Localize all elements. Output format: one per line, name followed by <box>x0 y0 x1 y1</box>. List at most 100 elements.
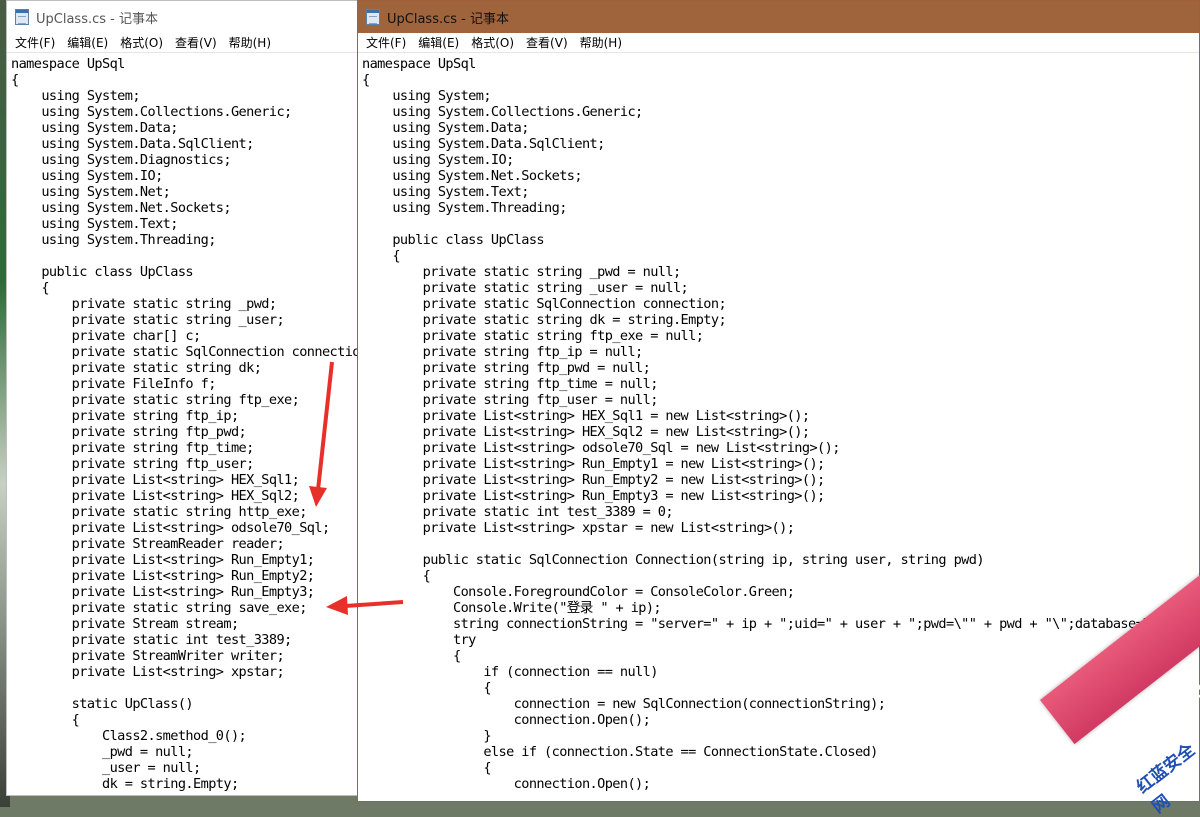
menu-format[interactable]: 格式(O) <box>114 34 169 51</box>
code-line: private List<string> HEX_Sql1; <box>11 472 300 488</box>
code-line: private List<string> Run_Empty3; <box>11 584 315 600</box>
code-line: { <box>11 72 19 88</box>
code-line: using System.Net.Sockets; <box>11 200 231 216</box>
code-line: private static string http_exe; <box>11 504 308 520</box>
menu-view[interactable]: 查看(V) <box>169 34 223 51</box>
code-line: { <box>362 568 431 584</box>
code-line: public class UpClass <box>11 264 194 280</box>
code-line: private static string ftp_exe = null; <box>362 328 704 344</box>
code-line: private static string ftp_exe; <box>11 392 300 408</box>
code-line: dk = string.Empty; <box>11 776 239 792</box>
code-line: { <box>11 712 80 728</box>
code-line: { <box>362 648 461 664</box>
window-titlebar[interactable]: UpClass.cs - 记事本 <box>358 1 1199 33</box>
code-line: private static int test_3389 = 0; <box>362 504 674 520</box>
notepad-window-back[interactable]: UpClass.cs - 记事本 文件(F) 编辑(E) 格式(O) 查看(V)… <box>6 0 358 796</box>
code-line: using System.Data; <box>362 120 529 136</box>
code-line: { <box>362 760 491 776</box>
code-line: connection.Open(); <box>362 776 651 792</box>
code-line: private static string dk = string.Empty; <box>362 312 727 328</box>
notepad-icon <box>366 9 380 25</box>
code-line: _user = null; <box>11 760 201 776</box>
code-line: private List<string> HEX_Sql1 = new List… <box>362 408 810 424</box>
code-line: private List<string> xpstar = new List<s… <box>362 520 795 536</box>
code-line: public static SqlConnection Connection(s… <box>362 552 985 568</box>
menu-file[interactable]: 文件(F) <box>9 34 61 51</box>
menu-edit[interactable]: 编辑(E) <box>412 34 465 51</box>
code-line: using System.Collections.Generic; <box>362 104 643 120</box>
code-line: private List<string> Run_Empty1 = new Li… <box>362 456 826 472</box>
code-line: private StreamWriter writer; <box>11 648 285 664</box>
code-line: private static string save_exe; <box>11 600 308 616</box>
code-line: private List<string> Run_Empty2 = new Li… <box>362 472 826 488</box>
text-editor-area[interactable]: namespace UpSql{ using System; using Sys… <box>7 54 357 795</box>
code-line: private List<string> HEX_Sql2 = new List… <box>362 424 810 440</box>
code-line: private static int test_3389; <box>11 632 293 648</box>
menu-edit[interactable]: 编辑(E) <box>61 34 114 51</box>
code-line: { <box>362 248 400 264</box>
code-line: private string ftp_time = null; <box>362 376 659 392</box>
code-line: namespace UpSql <box>362 56 476 72</box>
code-line: using System.Text; <box>11 216 178 232</box>
code-line: static UpClass() <box>11 696 194 712</box>
notepad-icon <box>15 9 29 25</box>
code-line: private static SqlConnection connection; <box>11 344 357 360</box>
code-line: private static string _user; <box>11 312 285 328</box>
code-line: private static SqlConnection connection; <box>362 296 727 312</box>
code-line: private static string dk; <box>11 360 262 376</box>
code-line: using System.Data.SqlClient; <box>362 136 605 152</box>
code-line: { <box>11 280 49 296</box>
code-line: _pwd = null; <box>11 744 194 760</box>
code-line: using System.Threading; <box>11 232 216 248</box>
code-line: private static string _user = null; <box>362 280 689 296</box>
code-line: using System.Threading; <box>362 200 567 216</box>
menu-view[interactable]: 查看(V) <box>520 34 574 51</box>
code-line: namespace UpSql <box>11 56 125 72</box>
code-line: using System.Net; <box>11 184 171 200</box>
menu-file[interactable]: 文件(F) <box>360 34 412 51</box>
code-line: { <box>362 72 370 88</box>
code-line: Console.Write("登录 " + ip); <box>362 600 662 616</box>
code-line: Console.ForegroundColor = ConsoleColor.G… <box>362 584 795 600</box>
code-line: private string ftp_pwd; <box>11 424 247 440</box>
code-line: else if (connection.State == ConnectionS… <box>362 744 878 760</box>
code-line: private List<string> HEX_Sql2; <box>11 488 300 504</box>
code-line: using System.Collections.Generic; <box>11 104 292 120</box>
code-line: private List<string> odsole70_Sql = new … <box>362 440 841 456</box>
code-line: private static string _pwd = null; <box>362 264 681 280</box>
code-line: private Stream stream; <box>11 616 239 632</box>
menu-help[interactable]: 帮助(H) <box>574 34 628 51</box>
menu-bar: 文件(F) 编辑(E) 格式(O) 查看(V) 帮助(H) <box>7 33 357 53</box>
code-line: private string ftp_pwd = null; <box>362 360 651 376</box>
code-line: private string ftp_user; <box>11 456 255 472</box>
menu-format[interactable]: 格式(O) <box>465 34 520 51</box>
code-line: private StreamReader reader; <box>11 536 285 552</box>
code-line: private char[] c; <box>11 328 202 344</box>
code-line: using System.Net.Sockets; <box>362 168 582 184</box>
code-line: private List<string> xpstar; <box>11 664 285 680</box>
code-line: try <box>362 632 476 648</box>
code-line: private List<string> Run_Empty3 = new Li… <box>362 488 826 504</box>
code-line: string connectionString = "server=" + ip… <box>362 616 1159 632</box>
code-line: using System.Data; <box>11 120 178 136</box>
code-line: private string ftp_ip; <box>11 408 239 424</box>
code-line: private string ftp_ip = null; <box>362 344 644 360</box>
code-line: private List<string> Run_Empty2; <box>11 568 315 584</box>
menu-help[interactable]: 帮助(H) <box>223 34 277 51</box>
code-line: using System.Diagnostics; <box>11 152 231 168</box>
menu-bar: 文件(F) 编辑(E) 格式(O) 查看(V) 帮助(H) <box>358 33 1199 53</box>
code-line: using System.Data.SqlClient; <box>11 136 254 152</box>
code-line: using System.Text; <box>362 184 529 200</box>
code-line: using System; <box>11 88 140 104</box>
window-titlebar[interactable]: UpClass.cs - 记事本 <box>7 1 357 33</box>
code-line: using System; <box>362 88 491 104</box>
window-title: UpClass.cs - 记事本 <box>387 11 509 27</box>
code-line: private FileInfo f; <box>11 376 217 392</box>
code-line: Class2.smethod_0(); <box>11 728 247 744</box>
code-line: private List<string> Run_Empty1; <box>11 552 315 568</box>
code-line: using System.IO; <box>11 168 163 184</box>
